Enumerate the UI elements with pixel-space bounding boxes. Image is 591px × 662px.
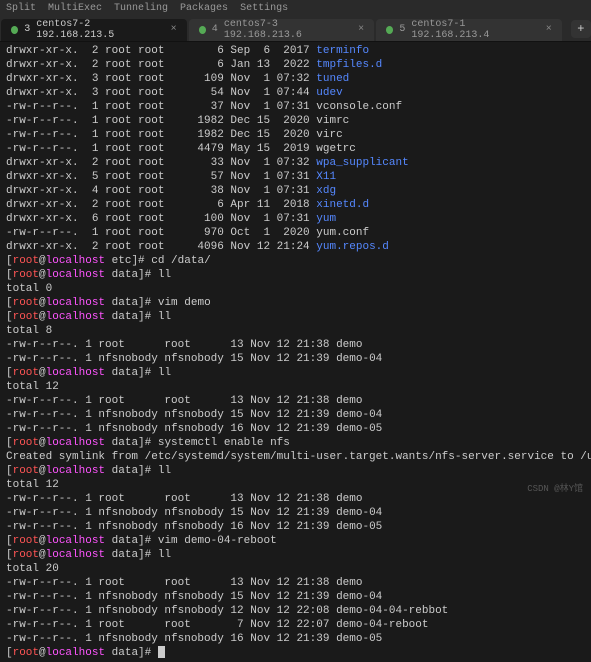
ls-row: drwxr-xr-x. 4 root root 38 Nov 1 07:31 x…: [6, 184, 585, 198]
ls-row: drwxr-xr-x. 5 root root 57 Nov 1 07:31 X…: [6, 170, 585, 184]
output-line: -rw-r--r--. 1 nfsnobody nfsnobody 15 Nov…: [6, 590, 585, 604]
ls-row: drwxr-xr-x. 2 root root 6 Apr 11 2018 xi…: [6, 198, 585, 212]
menubar: Split MultiExec Tunneling Packages Settings: [0, 0, 591, 16]
cursor: [158, 646, 165, 658]
ls-row: drwxr-xr-x. 2 root root 6 Sep 6 2017 ter…: [6, 44, 585, 58]
status-dot-icon: [199, 26, 206, 34]
output-line: total 0: [6, 282, 585, 296]
menu-item[interactable]: Split: [6, 3, 36, 14]
prompt-line: [root@localhost etc]# cd /data/: [6, 254, 585, 268]
ls-row: -rw-r--r--. 1 root root 1982 Dec 15 2020…: [6, 128, 585, 142]
prompt-line: [root@localhost data]# ll: [6, 310, 585, 324]
close-icon[interactable]: ×: [358, 24, 364, 35]
watermark: CSDN @林Y馆: [527, 481, 583, 494]
output-line: -rw-r--r--. 1 nfsnobody nfsnobody 16 Nov…: [6, 422, 585, 436]
output-line: -rw-r--r--. 1 root root 7 Nov 12 22:07 d…: [6, 618, 585, 632]
output-line: -rw-r--r--. 1 nfsnobody nfsnobody 15 Nov…: [6, 408, 585, 422]
output-line: Created symlink from /etc/systemd/system…: [6, 450, 585, 464]
tab-bar: 3 centos7-2 192.168.213.5 × 4 centos7-3 192.…: [0, 16, 591, 42]
output-line: -rw-r--r--. 1 root root 13 Nov 12 21:38 …: [6, 576, 585, 590]
tab-number: 3: [24, 24, 30, 35]
output-line: total 12: [6, 380, 585, 394]
ls-row: drwxr-xr-x. 2 root root 33 Nov 1 07:32 w…: [6, 156, 585, 170]
output-line: total 8: [6, 324, 585, 338]
output-line: -rw-r--r--. 1 nfsnobody nfsnobody 16 Nov…: [6, 520, 585, 534]
prompt-line: [root@localhost data]# ll: [6, 268, 585, 282]
tab-number: 4: [212, 24, 218, 35]
output-line: total 20: [6, 562, 585, 576]
output-line: total 12: [6, 478, 585, 492]
ls-row: drwxr-xr-x. 6 root root 100 Nov 1 07:31 …: [6, 212, 585, 226]
tab-label: centos7-3 192.168.213.6: [224, 19, 348, 41]
output-line: -rw-r--r--. 1 root root 13 Nov 12 21:38 …: [6, 338, 585, 352]
ls-row: -rw-r--r--. 1 root root 970 Oct 1 2020 y…: [6, 226, 585, 240]
tab-label: centos7-2 192.168.213.5: [36, 19, 160, 41]
menu-item[interactable]: Packages: [180, 3, 228, 14]
ls-row: drwxr-xr-x. 2 root root 6 Jan 13 2022 tm…: [6, 58, 585, 72]
ls-row: -rw-r--r--. 1 root root 1982 Dec 15 2020…: [6, 114, 585, 128]
prompt-line: [root@localhost data]# ll: [6, 464, 585, 478]
close-icon[interactable]: ×: [171, 24, 177, 35]
add-tab-button[interactable]: +: [571, 20, 591, 38]
status-dot-icon: [386, 26, 393, 34]
menu-item[interactable]: MultiExec: [48, 3, 102, 14]
prompt-line[interactable]: [root@localhost data]#: [6, 646, 585, 660]
tab-label: centos7-1 192.168.213.4: [411, 19, 535, 41]
menu-item[interactable]: Tunneling: [114, 3, 168, 14]
ls-row: drwxr-xr-x. 3 root root 109 Nov 1 07:32 …: [6, 72, 585, 86]
ls-row: -rw-r--r--. 1 root root 4479 May 15 2019…: [6, 142, 585, 156]
prompt-line: [root@localhost data]# ll: [6, 366, 585, 380]
output-line: -rw-r--r--. 1 nfsnobody nfsnobody 15 Nov…: [6, 352, 585, 366]
terminal-content[interactable]: drwxr-xr-x. 2 root root 6 Sep 6 2017 ter…: [0, 42, 591, 662]
output-line: -rw-r--r--. 1 root root 13 Nov 12 21:38 …: [6, 394, 585, 408]
ls-row: -rw-r--r--. 1 root root 37 Nov 1 07:31 v…: [6, 100, 585, 114]
output-line: -rw-r--r--. 1 nfsnobody nfsnobody 16 Nov…: [6, 632, 585, 646]
session-tab[interactable]: 5 centos7-1 192.168.213.4 ×: [376, 19, 562, 41]
tab-number: 5: [399, 24, 405, 35]
close-icon[interactable]: ×: [546, 24, 552, 35]
ls-row: drwxr-xr-x. 2 root root 4096 Nov 12 21:2…: [6, 240, 585, 254]
output-line: -rw-r--r--. 1 nfsnobody nfsnobody 15 Nov…: [6, 506, 585, 520]
status-dot-icon: [11, 26, 18, 34]
prompt-line: [root@localhost data]# vim demo: [6, 296, 585, 310]
ls-row: drwxr-xr-x. 3 root root 54 Nov 1 07:44 u…: [6, 86, 585, 100]
session-tab[interactable]: 4 centos7-3 192.168.213.6 ×: [189, 19, 375, 41]
session-tab[interactable]: 3 centos7-2 192.168.213.5 ×: [1, 19, 187, 41]
prompt-line: [root@localhost data]# vim demo-04-reboo…: [6, 534, 585, 548]
prompt-line: [root@localhost data]# systemctl enable …: [6, 436, 585, 450]
output-line: -rw-r--r--. 1 nfsnobody nfsnobody 12 Nov…: [6, 604, 585, 618]
output-line: -rw-r--r--. 1 root root 13 Nov 12 21:38 …: [6, 492, 585, 506]
menu-item[interactable]: Settings: [240, 3, 288, 14]
prompt-line: [root@localhost data]# ll: [6, 548, 585, 562]
